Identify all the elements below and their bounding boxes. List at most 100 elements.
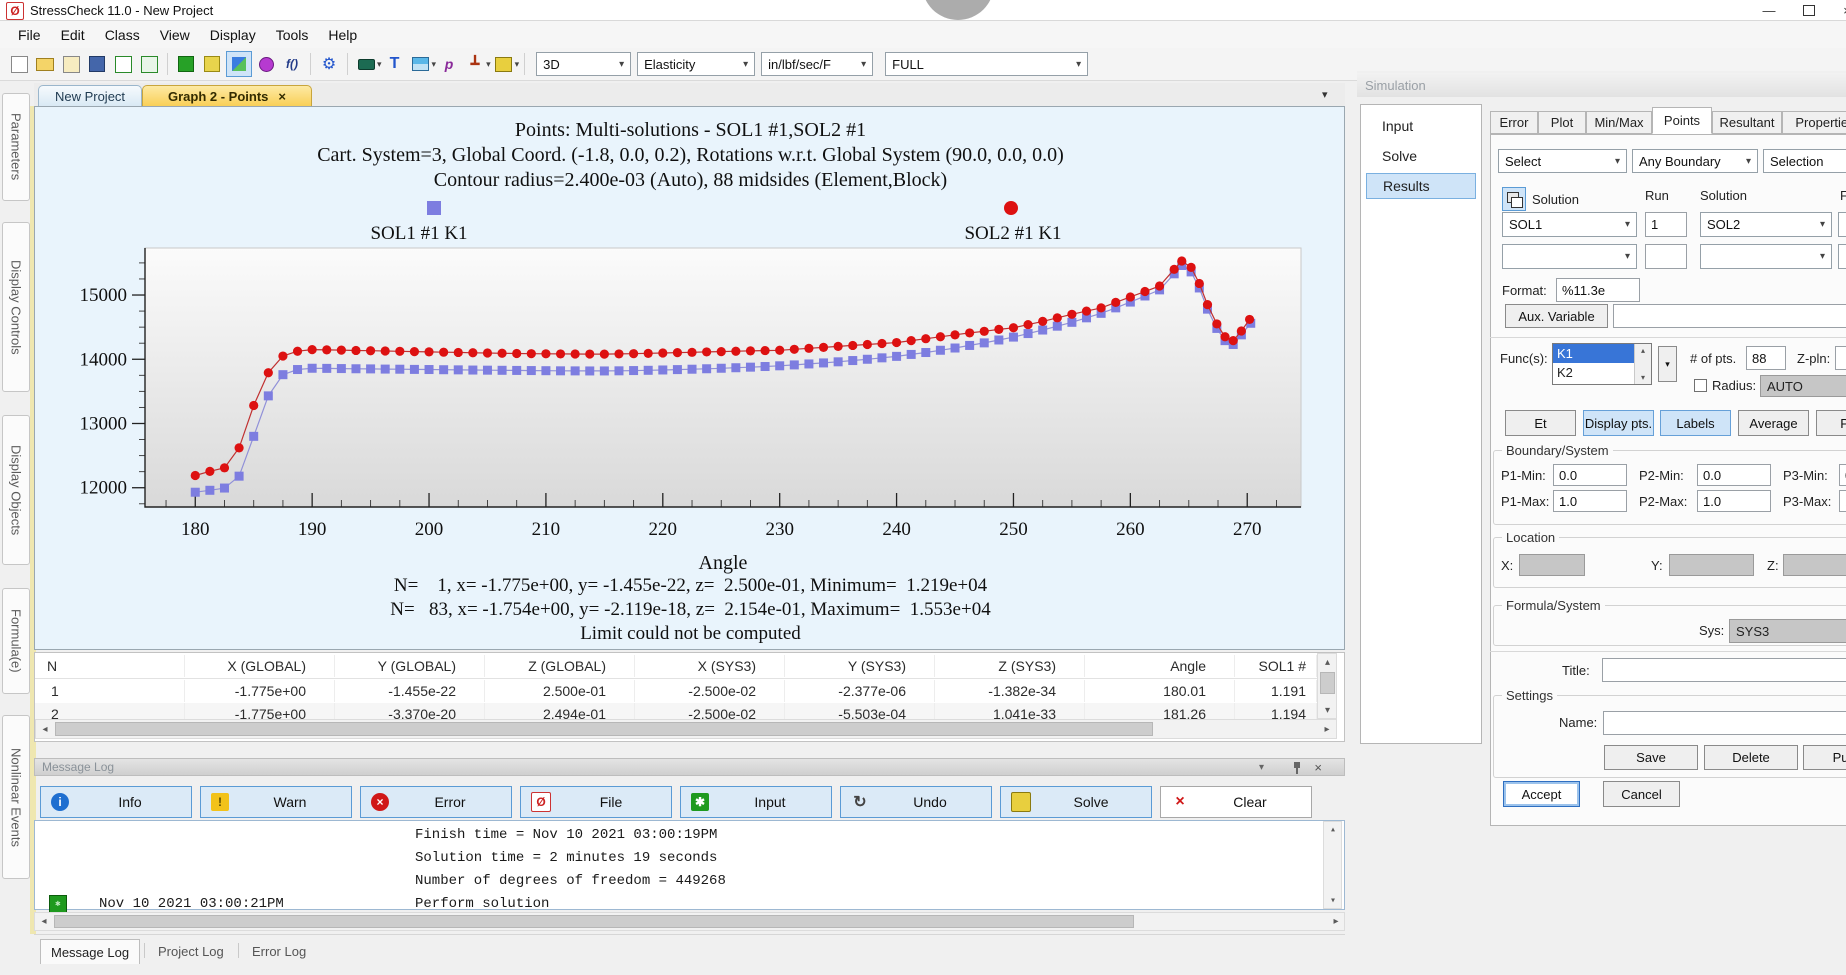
solve-caret-icon[interactable]: ▾: [515, 59, 520, 70]
log-filter-info-button[interactable]: i Info: [40, 786, 192, 818]
scroll-thumb[interactable]: [1320, 672, 1335, 694]
import-file-icon[interactable]: [59, 52, 83, 76]
panel-menu-caret-icon[interactable]: ▾: [1259, 762, 1264, 773]
scroll-left-icon[interactable]: ◂: [37, 721, 53, 737]
mode-select[interactable]: 3D▾: [536, 52, 631, 76]
column-header[interactable]: X (SYS3): [635, 655, 785, 677]
display-pts-button[interactable]: Display pts.: [1583, 410, 1654, 436]
p1max-input[interactable]: 1.0: [1553, 490, 1627, 512]
function2-dropdown[interactable]: [1838, 244, 1846, 269]
thickness-icon[interactable]: T: [383, 52, 407, 76]
column-header[interactable]: SOL1 #: [1235, 655, 1317, 677]
export-up-icon[interactable]: [111, 52, 135, 76]
log-clear-button[interactable]: × Clear: [1160, 786, 1312, 818]
menu-display[interactable]: Display: [200, 24, 266, 46]
menu-tools[interactable]: Tools: [266, 24, 319, 46]
select-mode-dropdown[interactable]: Select▾: [1498, 149, 1627, 173]
tab-graph2-points[interactable]: Graph 2 - Points ×: [142, 85, 312, 106]
tab-project-log[interactable]: Project Log: [148, 939, 234, 963]
run1-input[interactable]: 1: [1645, 212, 1687, 237]
func-item-k1[interactable]: K1: [1553, 344, 1638, 363]
scroll-right-icon[interactable]: ▸: [1328, 914, 1344, 929]
run2-input[interactable]: [1645, 244, 1687, 269]
scroll-up-icon[interactable]: ▴: [1325, 823, 1341, 837]
table-cell[interactable]: 180.01: [1085, 680, 1235, 702]
boundary-filter-dropdown[interactable]: Any Boundary▾: [1632, 149, 1758, 173]
menu-file[interactable]: File: [8, 24, 51, 46]
formula-icon[interactable]: f(): [280, 52, 304, 76]
model-view-icon[interactable]: [200, 52, 224, 76]
save-icon[interactable]: [85, 52, 109, 76]
scroll-right-icon[interactable]: ▸: [1319, 721, 1335, 737]
table-cell[interactable]: 2.500e-01: [485, 680, 635, 702]
close-tab-icon[interactable]: ×: [278, 89, 286, 104]
scroll-down-icon[interactable]: ▾: [1319, 703, 1336, 718]
sidebar-item-parameters[interactable]: Parameters: [2, 93, 30, 201]
plot-button[interactable]: Plot: [1816, 410, 1846, 436]
column-header[interactable]: Y (SYS3): [785, 655, 935, 677]
scroll-thumb[interactable]: [55, 722, 1153, 736]
accept-button[interactable]: Accept: [1503, 781, 1580, 807]
log-filter-file-button[interactable]: Ø File: [520, 786, 672, 818]
scroll-up-icon[interactable]: ▴: [1641, 346, 1645, 355]
solution4-dropdown[interactable]: ▾: [1700, 244, 1832, 269]
scroll-down-icon[interactable]: ▾: [1641, 373, 1645, 382]
selection-dropdown[interactable]: Selection▾: [1763, 149, 1846, 173]
function1-dropdown[interactable]: [1838, 212, 1846, 237]
p2max-input[interactable]: 1.0: [1697, 490, 1771, 512]
chart-canvas[interactable]: 1801902002102202302402502602701200013000…: [35, 107, 1344, 649]
tab-plot[interactable]: Plot: [1538, 111, 1586, 134]
export-down-icon[interactable]: [137, 52, 161, 76]
log-vscrollbar[interactable]: ▴ ▾: [1323, 821, 1342, 909]
tab-properties[interactable]: Properties: [1782, 111, 1846, 134]
close-panel-icon[interactable]: ×: [1314, 760, 1322, 775]
menu-edit[interactable]: Edit: [51, 24, 95, 46]
scroll-left-icon[interactable]: ◂: [36, 914, 52, 929]
load-icon[interactable]: [409, 52, 433, 76]
log-filter-solve-button[interactable]: Solve: [1000, 786, 1152, 818]
funcs-dropdown-button[interactable]: ▾: [1658, 346, 1677, 382]
mesh-icon[interactable]: [354, 52, 378, 76]
new-file-icon[interactable]: [7, 52, 31, 76]
format-input[interactable]: %11.3e: [1556, 278, 1640, 302]
close-button[interactable]: ×: [1830, 1, 1846, 19]
table-vscrollbar[interactable]: ▴ ▾: [1317, 653, 1337, 719]
sidebar-item-display-objects[interactable]: Display Objects: [2, 415, 30, 565]
cancel-button[interactable]: Cancel: [1603, 781, 1680, 807]
mesh-caret-icon[interactable]: ▾: [377, 59, 382, 70]
log-filter-error-button[interactable]: × Error: [360, 786, 512, 818]
purge-button[interactable]: Purge: [1803, 745, 1846, 770]
log-filter-warn-button[interactable]: ! Warn: [200, 786, 352, 818]
tab-resultant[interactable]: Resultant: [1712, 111, 1782, 134]
log-filter-undo-button[interactable]: ↻ Undo: [840, 786, 992, 818]
log-filter-input-button[interactable]: ✱ Input: [680, 786, 832, 818]
et-button[interactable]: Et: [1505, 410, 1576, 436]
input-view-icon[interactable]: [174, 52, 198, 76]
average-button[interactable]: Average: [1738, 410, 1809, 436]
name-input[interactable]: [1603, 711, 1846, 735]
scroll-up-icon[interactable]: ▴: [1319, 655, 1336, 670]
multi-solution-icon[interactable]: [1502, 187, 1526, 211]
title-input[interactable]: [1602, 658, 1846, 682]
solve-toolbar-icon[interactable]: [492, 52, 516, 76]
aux-variable-input[interactable]: [1613, 304, 1846, 328]
scroll-thumb[interactable]: [54, 915, 1134, 928]
num-pts-input[interactable]: 88: [1746, 346, 1786, 370]
tab-new-project[interactable]: New Project: [38, 85, 142, 106]
p2min-input[interactable]: 0.0: [1697, 464, 1771, 486]
menu-help[interactable]: Help: [318, 24, 367, 46]
p3max-input[interactable]: 1.0: [1839, 490, 1846, 512]
column-header[interactable]: Y (GLOBAL): [335, 655, 485, 677]
nav-solve[interactable]: Solve: [1366, 143, 1476, 169]
constraint-icon[interactable]: ┻: [463, 52, 487, 76]
aux-variable-button[interactable]: Aux. Variable: [1505, 304, 1608, 328]
column-header[interactable]: N: [35, 655, 185, 677]
table-cell[interactable]: 1: [35, 680, 185, 702]
column-header[interactable]: Angle: [1085, 655, 1235, 677]
tab-error-log[interactable]: Error Log: [242, 939, 316, 963]
load-caret-icon[interactable]: ▾: [432, 59, 437, 70]
table-cell[interactable]: 1.191: [1235, 680, 1317, 702]
tab-list-caret-icon[interactable]: ▾: [1322, 88, 1328, 101]
tab-error[interactable]: Error: [1490, 111, 1538, 134]
p1min-input[interactable]: 0.0: [1553, 464, 1627, 486]
